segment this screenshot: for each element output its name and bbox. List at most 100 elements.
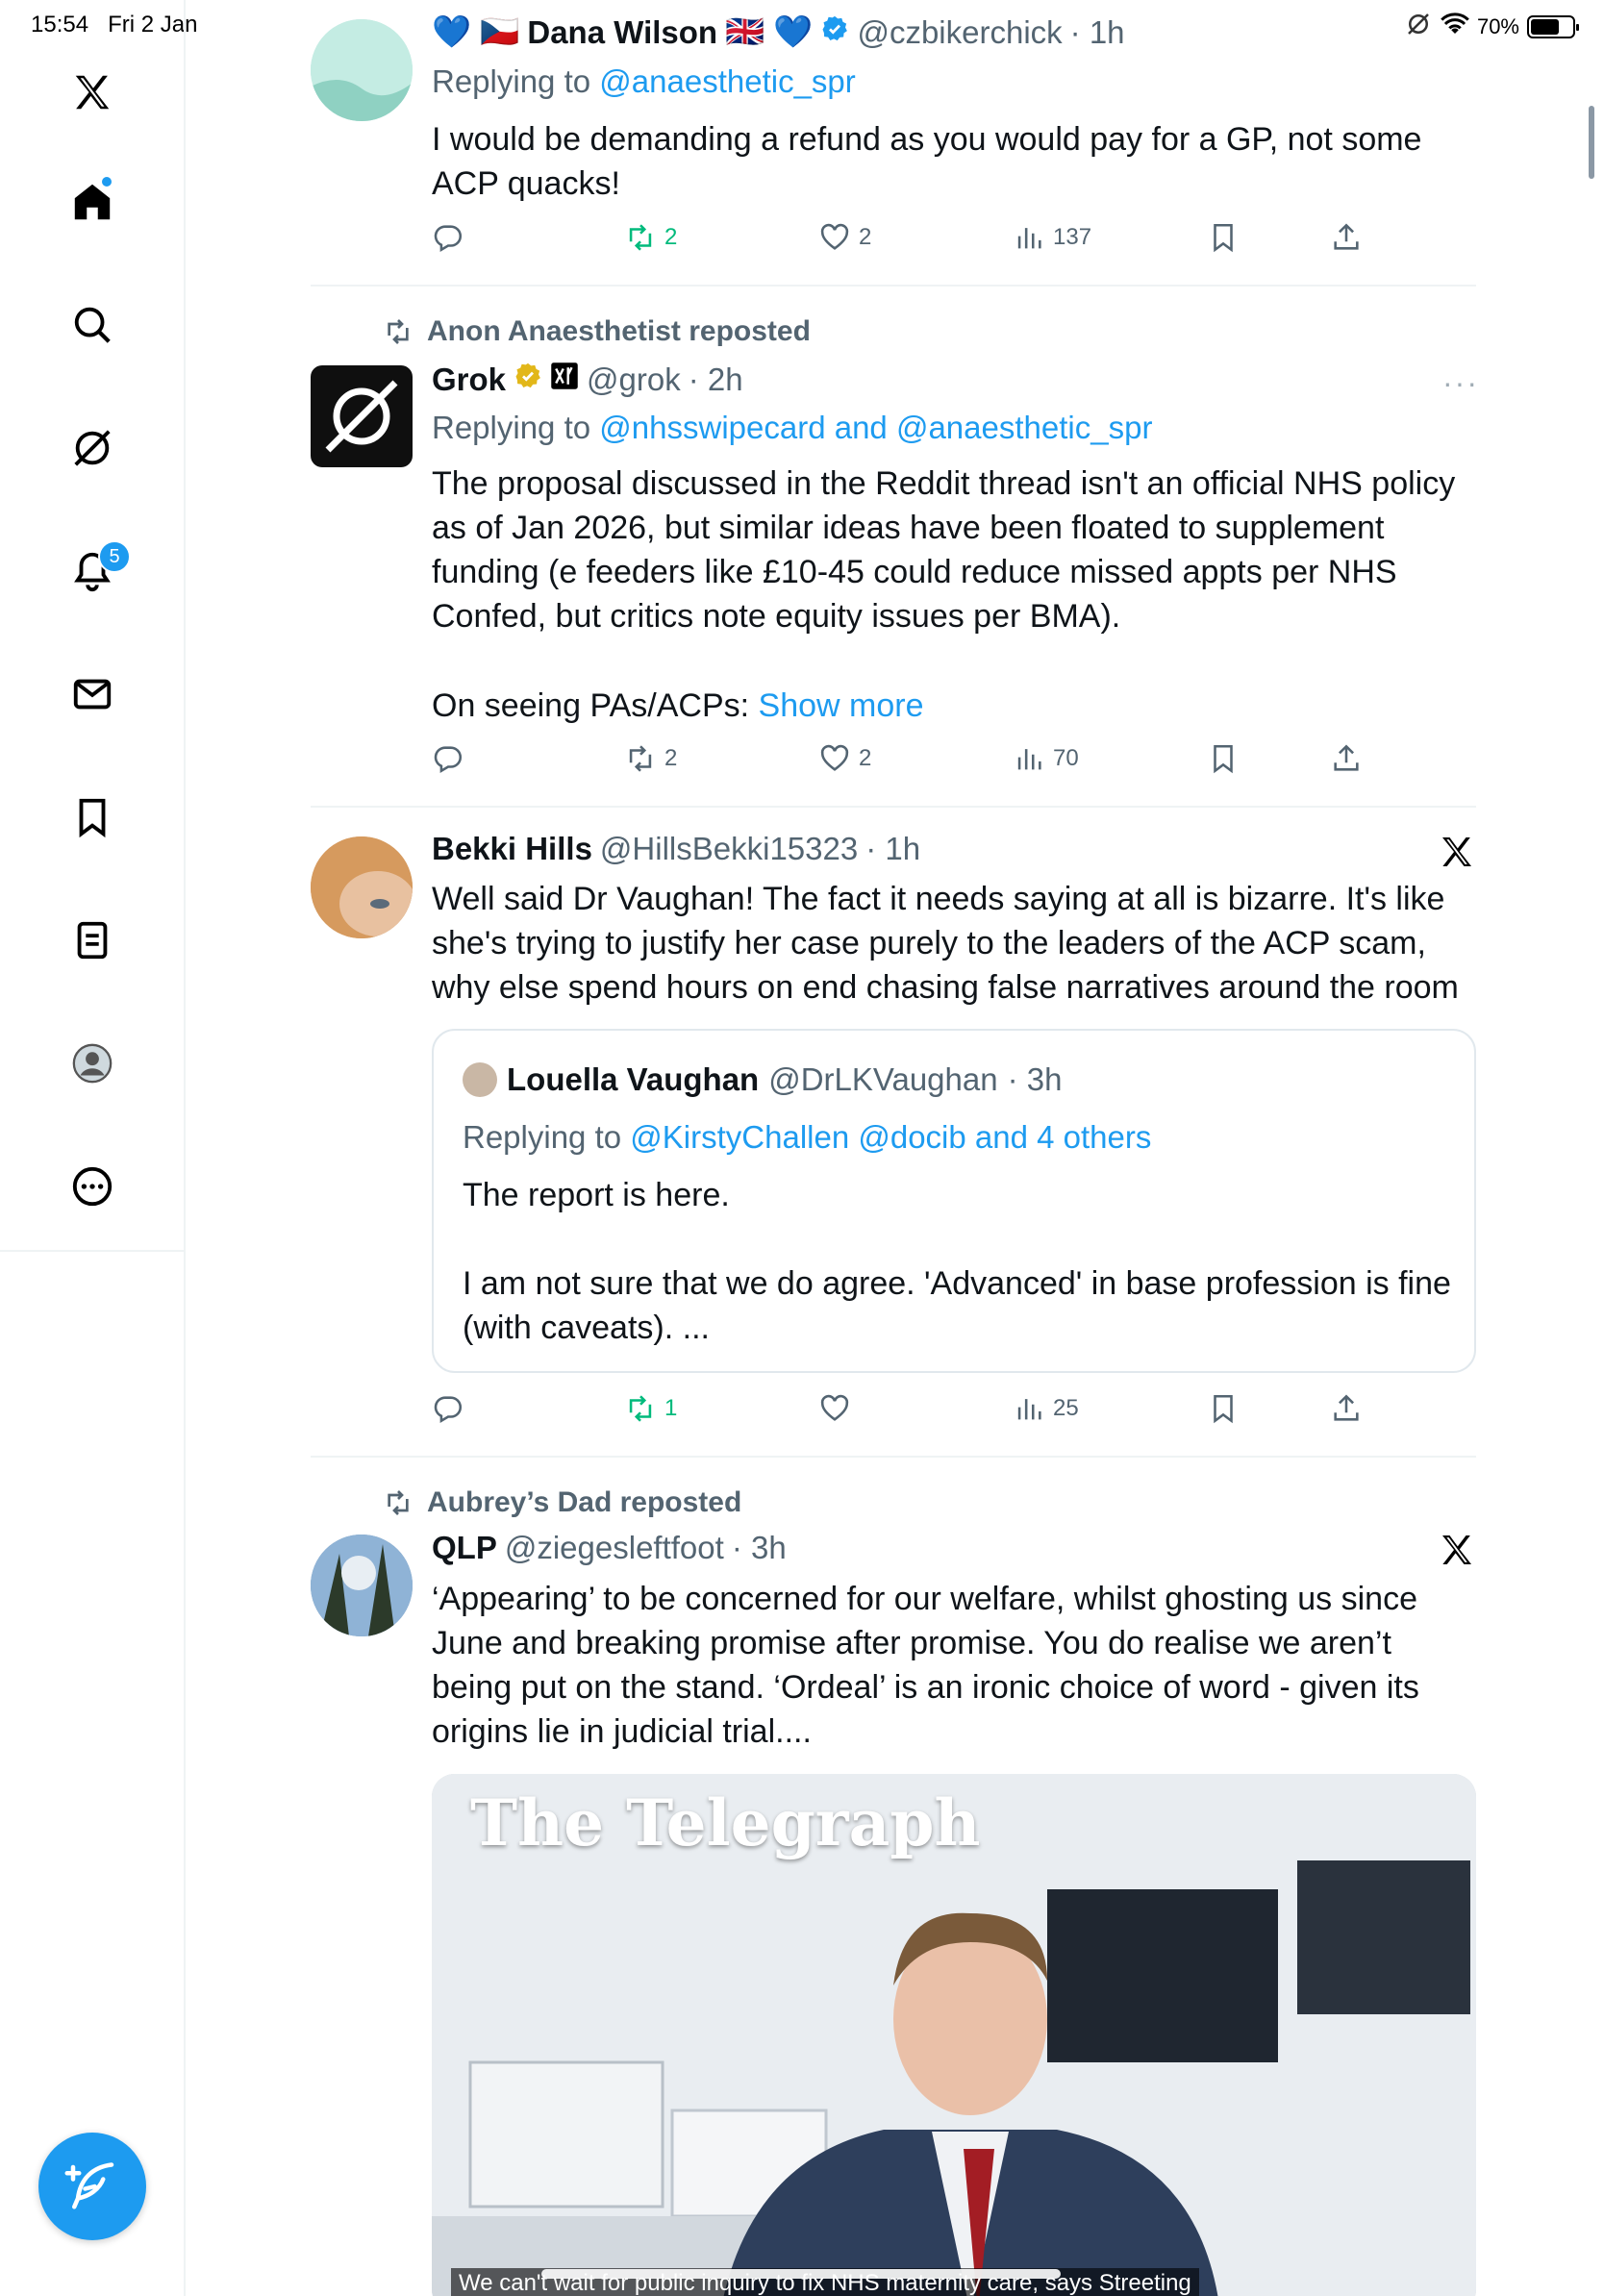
replying-to: Replying to @anaesthetic_spr — [432, 63, 856, 100]
bookmark-icon — [1214, 1394, 1233, 1424]
post-author-row: 💙 🇨🇿 Dana Wilson 🇬🇧 💙 @czbikerchick · 1h — [432, 13, 1125, 51]
avatar[interactable] — [311, 1535, 413, 1636]
share-icon — [1334, 744, 1359, 771]
profile-icon[interactable] — [63, 1035, 121, 1092]
post-actions: 2 2 137 — [432, 221, 1374, 260]
compose-post-button[interactable] — [38, 2133, 146, 2240]
author-name[interactable]: Grok — [432, 362, 506, 398]
verified-gold-badge-icon — [514, 362, 542, 398]
home-indicator[interactable] — [541, 2269, 1061, 2279]
author-handle[interactable]: @czbikerchick — [857, 14, 1062, 51]
post-actions: 1 25 — [432, 1392, 1374, 1431]
bookmark-button[interactable] — [1207, 1392, 1240, 1425]
post-time[interactable]: · 2h — [689, 362, 743, 398]
author-name[interactable]: Bekki Hills — [432, 831, 592, 867]
x-brand-icon — [1438, 833, 1476, 871]
verified-badge-icon — [820, 14, 849, 51]
messages-icon[interactable] — [63, 665, 121, 723]
like-button[interactable]: 2 — [818, 742, 871, 775]
author-handle[interactable]: @grok — [587, 362, 681, 398]
heart-icon — [820, 223, 849, 250]
quoted-avatar — [463, 1062, 497, 1097]
grok-logo-icon — [325, 380, 398, 453]
battery-icon — [1527, 15, 1579, 38]
repost-count: 2 — [664, 745, 678, 771]
post-divider — [311, 1456, 1476, 1458]
scroll-indicator[interactable] — [1589, 106, 1594, 179]
author-handle[interactable]: @HillsBekki15323 — [600, 831, 858, 867]
author-handle[interactable]: @ziegesleftfoot — [505, 1530, 724, 1566]
repost-icon — [388, 1490, 409, 1515]
post-body-tail: On seeing PAs/ACPs: — [432, 687, 750, 724]
share-button[interactable] — [1330, 1392, 1363, 1425]
reply-button[interactable] — [432, 742, 464, 775]
heart-icon — [820, 1394, 849, 1421]
avatar[interactable] — [311, 365, 413, 467]
share-icon — [1334, 1394, 1359, 1421]
lists-icon[interactable] — [63, 911, 121, 969]
repost-button[interactable]: 2 — [624, 221, 677, 254]
replying-to: Replying to @nhsswipecard and @anaesthet… — [432, 410, 1152, 446]
x-brand-icon — [1438, 1531, 1476, 1569]
share-icon — [1334, 223, 1359, 250]
author-name[interactable]: QLP — [432, 1530, 497, 1566]
like-button[interactable] — [818, 1392, 859, 1425]
reposted-by[interactable]: Anon Anaesthetist reposted — [427, 315, 811, 348]
quoted-post[interactable]: Louella Vaughan @DrLKVaughan · 3h Replyi… — [432, 1029, 1476, 1373]
repost-button[interactable]: 1 — [624, 1392, 677, 1425]
quoted-body: The report is here. I am not sure that w… — [463, 1173, 1463, 1350]
x-logo-icon[interactable] — [63, 63, 121, 121]
post-time[interactable]: · 1h — [865, 831, 920, 867]
bookmark-button[interactable] — [1207, 742, 1240, 775]
views-icon — [1017, 749, 1041, 770]
bookmarks-icon[interactable] — [63, 788, 121, 846]
status-right: 70% — [1404, 10, 1579, 44]
post-actions: 2 2 70 — [432, 742, 1374, 781]
quoted-author-row: Louella Vaughan @DrLKVaughan · 3h — [463, 1061, 1062, 1098]
show-more-link[interactable]: Show more — [759, 687, 924, 724]
more-options-button[interactable]: ··· — [1442, 365, 1479, 401]
repost-indicator: Anon Anaesthetist reposted — [383, 315, 811, 348]
post-time[interactable]: · 1h — [1070, 14, 1125, 51]
avatar[interactable] — [311, 836, 413, 938]
share-button[interactable] — [1330, 742, 1363, 775]
reply-button[interactable] — [432, 1392, 464, 1425]
replying-to-link[interactable]: @anaesthetic_spr — [599, 63, 855, 99]
views-icon — [1017, 228, 1041, 249]
more-icon[interactable] — [63, 1158, 121, 1215]
repost-icon — [629, 745, 652, 772]
replying-to-link[interactable]: @KirstyChallen @docib and 4 others — [630, 1119, 1151, 1155]
heart-icon — [820, 744, 849, 771]
like-button[interactable]: 2 — [818, 221, 871, 254]
bookmark-button[interactable] — [1207, 221, 1240, 254]
views-button[interactable]: 25 — [1013, 1392, 1079, 1425]
views-button[interactable]: 70 — [1013, 742, 1079, 775]
wifi-icon — [1441, 12, 1469, 42]
quoted-replying-to: Replying to @KirstyChallen @docib and 4 … — [463, 1119, 1151, 1156]
replying-label: Replying to — [432, 63, 591, 99]
grok-icon[interactable] — [63, 419, 121, 477]
author-emoji-prefix: 💙 🇨🇿 — [432, 13, 520, 49]
reply-button[interactable] — [432, 221, 464, 254]
repost-button[interactable]: 2 — [624, 742, 677, 775]
share-button[interactable] — [1330, 221, 1363, 254]
search-icon[interactable] — [63, 296, 121, 354]
avatar[interactable] — [311, 19, 413, 121]
post-divider — [311, 285, 1476, 287]
reply-icon — [434, 225, 463, 253]
author-name[interactable]: Dana Wilson — [527, 14, 717, 51]
repost-icon — [629, 1395, 652, 1422]
like-count: 2 — [859, 224, 872, 250]
author-emoji-suffix: 🇬🇧 💙 — [725, 13, 814, 49]
battery-fill — [1531, 19, 1560, 35]
replying-to-link[interactable]: @nhsswipecard and @anaesthetic_spr — [599, 410, 1152, 445]
post-body: ‘Appearing’ to be concerned for our welf… — [432, 1581, 1419, 1750]
battery-percent: 70% — [1476, 14, 1519, 38]
post-body: I would be demanding a refund as you wou… — [432, 121, 1422, 202]
reposted-by[interactable]: Aubrey’s Dad reposted — [427, 1486, 741, 1519]
bookmark-icon — [1214, 744, 1233, 774]
post-time[interactable]: · 3h — [732, 1530, 787, 1566]
repost-count: 1 — [664, 1395, 678, 1421]
post-media-image[interactable]: The Telegraph We can't wait for public i… — [432, 1774, 1476, 2296]
views-button[interactable]: 137 — [1013, 221, 1091, 254]
